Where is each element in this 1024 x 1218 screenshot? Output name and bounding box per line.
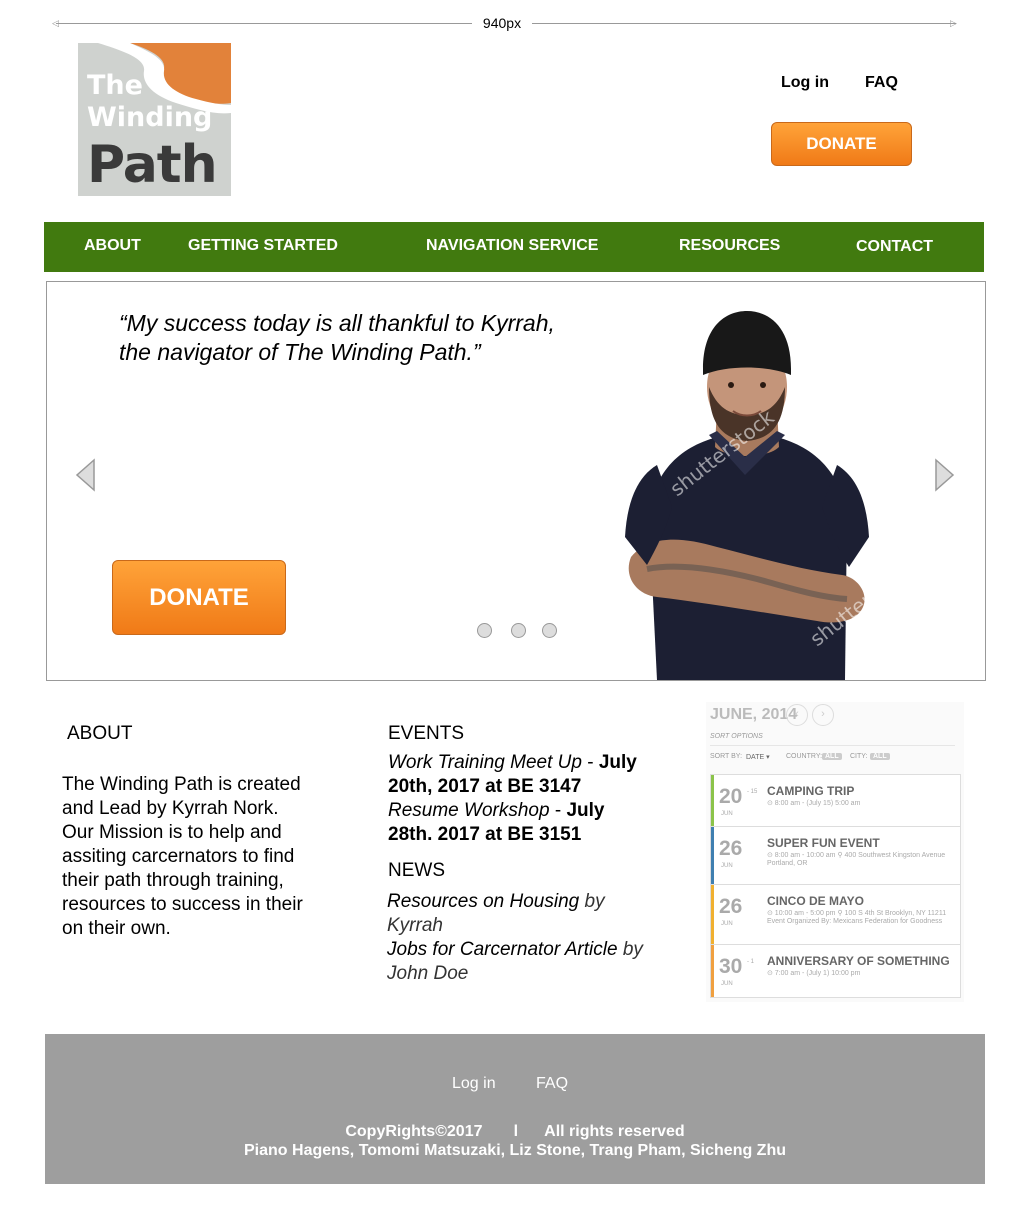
event-month: JUN [721,863,733,869]
about-text: The Winding Path is created and Lead by … [62,773,322,941]
sort-by-select[interactable]: DATE ▾ [746,753,770,761]
news-heading: NEWS [388,860,445,881]
country-select[interactable]: ALL [822,753,842,760]
news-item[interactable]: Resources on Housing by Kyrrah [387,890,647,938]
quote-line-1: “My success today is all thankful to Kyr… [119,310,555,336]
event-month: JUN [721,981,733,987]
nav-about[interactable]: ABOUT [84,237,141,255]
calendar-next-icon[interactable]: › [812,704,834,726]
event-day: 20 [719,785,743,808]
event-title: CINCO DE MAYO [767,894,864,908]
event-item[interactable]: Work Training Meet Up - July 20th, 2017 … [388,751,648,799]
event-month: JUN [721,811,733,817]
event-title: CAMPING TRIP [767,784,855,798]
events-calendar-widget: JUNE, 2014 ‹ › SORT OPTIONS SORT BY: DAT… [706,702,964,1002]
calendar-event-item[interactable]: 26 JUN SUPER FUN EVENT ⊙ 8:00 am - 10:00… [711,827,960,885]
sort-options-label: SORT OPTIONS [710,733,763,740]
logo-text-winding: Winding [87,102,213,133]
logo-text-the: The [87,70,143,101]
event-color-bar [711,775,714,826]
footer-faq-link[interactable]: FAQ [536,1075,568,1093]
city-select[interactable]: ALL [870,753,890,760]
testimonial-quote: “My success today is all thankful to Kyr… [119,309,639,367]
sort-by-label: SORT BY: [710,753,743,760]
event-title: SUPER FUN EVENT [767,836,880,850]
nav-resources[interactable]: RESOURCES [679,237,780,255]
event-meta: ⊙ 8:00 am - 10:00 am ⚲ 400 Southwest Kin… [767,852,946,867]
about-heading: ABOUT [67,723,133,744]
login-link[interactable]: Log in [781,74,829,92]
calendar-event-list: 20 - 15 JUN CAMPING TRIP ⊙ 8:00 am - (Ju… [710,774,961,998]
event-day-end: - 15 [747,789,758,795]
event-name: Work Training Meet Up [388,752,582,773]
carousel-dot-3[interactable] [542,623,557,638]
events-list: Work Training Meet Up - July 20th, 2017 … [388,751,648,847]
news-item[interactable]: Jobs for Carcernator Article by John Doe [387,938,647,986]
nav-getting-started[interactable]: GETTING STARTED [188,237,338,255]
news-title: Jobs for Carcernator Article [387,939,618,960]
footer-credits: Piano Hagens, Tomomi Matsuzaki, Liz Ston… [244,1142,786,1159]
event-color-bar [711,945,714,997]
events-heading: EVENTS [388,723,465,744]
event-meta: ⊙ 7:00 am - (July 1) 10:00 pm [767,970,861,977]
ruler-line-right [532,23,956,24]
event-day-end: - 1 [747,959,755,965]
calendar-event-item[interactable]: 26 JUN CINCO DE MAYO ⊙ 10:00 am - 5:00 p… [711,885,960,945]
testimonial-person-image: shutterstock shutterstock [625,311,877,680]
nav-contact[interactable]: CONTACT [856,238,933,256]
event-title: ANNIVERSARY OF SOMETHING [767,954,950,968]
quote-line-2: the navigator of The Winding Path.” [119,339,481,365]
calendar-prev-icon[interactable]: ‹ [786,704,808,726]
calendar-event-item[interactable]: 30 - 1 JUN ANNIVERSARY OF SOMETHING ⊙ 7:… [711,945,960,997]
calendar-event-item[interactable]: 20 - 15 JUN CAMPING TRIP ⊙ 8:00 am - (Ju… [711,775,960,827]
hero-carousel: “My success today is all thankful to Kyr… [46,281,986,681]
faq-link[interactable]: FAQ [865,74,898,92]
calendar-month: JUNE, 2014 [710,706,798,723]
event-color-bar [711,827,714,884]
event-meta: ⊙ 8:00 am - (July 15) 5:00 am [767,800,861,807]
event-name: Resume Workshop [388,800,550,821]
calendar-divider [710,745,955,746]
news-title: Resources on Housing [387,891,580,912]
nav-navigation-service[interactable]: NAVIGATION SERVICE [426,237,598,255]
logo-text-path: Path [87,135,218,195]
about-mission: Our Mission is to help and assiting carc… [62,822,303,939]
country-label: COUNTRY: [786,753,823,760]
ruler-line-left [56,23,472,24]
donate-button-hero[interactable]: DONATE [112,560,286,635]
carousel-dot-2[interactable] [511,623,526,638]
carousel-prev-arrow-icon[interactable] [74,458,98,492]
city-label: CITY: [850,753,868,760]
footer-login-link[interactable]: Log in [452,1075,496,1093]
main-nav: ABOUT GETTING STARTED NAVIGATION SERVICE… [44,222,984,272]
event-day: 30 [719,955,743,978]
event-month: JUN [721,921,733,927]
ruler-right-arrow-icon: ▷ [950,18,957,28]
donate-button-header[interactable]: DONATE [771,122,912,166]
event-day: 26 [719,837,743,860]
event-item[interactable]: Resume Workshop - July 28th. 2017 at BE … [388,799,648,847]
event-meta: ⊙ 10:00 am - 5:00 pm ⚲ 100 S 4th St Broo… [767,910,947,925]
carousel-next-arrow-icon[interactable] [932,458,956,492]
footer-copyright: CopyRights©2017 l All rights reserved [345,1123,685,1140]
event-day: 26 [719,895,743,918]
logo[interactable]: The Winding Path [78,43,231,196]
ruler-label: 940px [482,15,522,31]
footer: Log in FAQ CopyRights©2017 l All rights … [45,1034,985,1184]
carousel-dot-1[interactable] [477,623,492,638]
event-color-bar [711,885,714,944]
about-intro: The Winding Path is created and Lead by … [62,774,301,819]
news-list: Resources on Housing by Kyrrah Jobs for … [387,890,647,986]
